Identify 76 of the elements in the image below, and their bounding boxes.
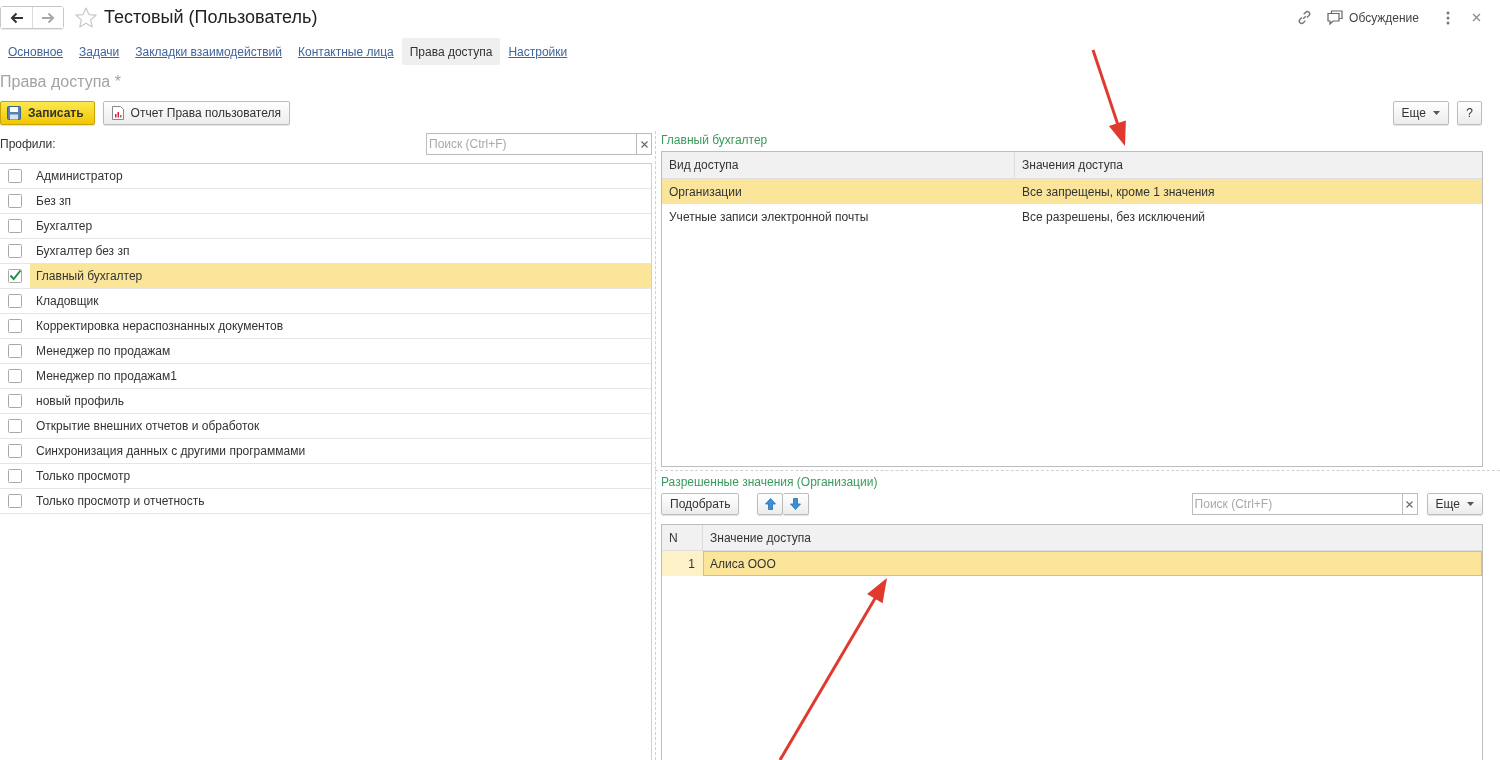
discussion-button[interactable]: Обсуждение xyxy=(1327,10,1419,25)
profile-checkbox[interactable] xyxy=(8,294,22,308)
profile-item[interactable]: Кладовщик xyxy=(30,289,651,313)
help-button[interactable]: ? xyxy=(1457,101,1482,125)
table-cell[interactable]: Учетные записи электронной почты xyxy=(662,204,1015,229)
back-button[interactable] xyxy=(1,7,32,28)
comment-icon xyxy=(1327,10,1344,25)
column-header: N xyxy=(662,525,703,550)
link-icon[interactable] xyxy=(1297,10,1313,25)
profile-checkbox[interactable] xyxy=(8,169,22,183)
tab[interactable]: Контактные лица xyxy=(290,38,402,65)
more-button[interactable]: Еще xyxy=(1392,101,1449,125)
profile-checkbox[interactable] xyxy=(8,419,22,433)
profile-item[interactable]: Бухгалтер xyxy=(30,214,651,238)
forward-arrow-icon xyxy=(41,11,55,24)
profile-checkbox[interactable] xyxy=(8,219,22,233)
column-header: Значения доступа xyxy=(1021,157,1124,174)
caret-icon xyxy=(1433,111,1440,115)
profile-checkbox[interactable] xyxy=(8,269,22,283)
search-field[interactable]: Поиск (Ctrl+F) xyxy=(426,133,636,155)
profile-item[interactable]: Администратор xyxy=(30,164,651,188)
arrow-down-icon xyxy=(790,498,802,510)
back-arrow-icon xyxy=(9,11,24,24)
tab[interactable]: Настройки xyxy=(500,38,576,65)
table-cell[interactable]: Алиса ООО xyxy=(703,551,1482,576)
profile-item[interactable]: Корректировка нераспознанных документов xyxy=(30,314,651,338)
table-cell[interactable]: Все запрещены, кроме 1 значения xyxy=(1015,179,1482,204)
save-button[interactable]: Записать xyxy=(0,101,95,125)
profile-item[interactable]: Синхронизация данных с другими программами xyxy=(30,439,651,463)
more-icon[interactable] xyxy=(1446,10,1450,25)
profile-item[interactable]: новый профиль xyxy=(30,389,651,413)
section-title: Разрешенные значения (Организации) xyxy=(661,474,879,490)
report-button[interactable]: Отчет Права пользователя xyxy=(102,101,290,125)
report-icon xyxy=(111,106,124,120)
clear-search-button[interactable] xyxy=(636,133,652,155)
profile-item[interactable]: Бухгалтер без зп xyxy=(30,239,651,263)
profile-checkbox[interactable] xyxy=(8,394,22,408)
row-number: 1 xyxy=(662,551,703,576)
column-header: Вид доступа xyxy=(662,152,1015,178)
profiles-label: Профили: xyxy=(0,137,56,151)
move-down-button[interactable] xyxy=(783,493,810,515)
close-icon[interactable] xyxy=(1472,13,1481,22)
profile-item[interactable]: Без зп xyxy=(30,189,651,213)
profile-item[interactable]: Менеджер по продажам1 xyxy=(30,364,651,388)
table-cell[interactable]: Все разрешены, без исключений xyxy=(1015,204,1482,229)
table-cell[interactable]: Организации xyxy=(662,179,1015,204)
section-title: Главный бухгалтер xyxy=(661,132,769,148)
profile-item[interactable]: Менеджер по продажам xyxy=(30,339,651,363)
window-title: Тестовый (Пользователь) xyxy=(104,7,318,28)
profile-checkbox[interactable] xyxy=(8,319,22,333)
profile-checkbox[interactable] xyxy=(8,469,22,483)
column-header: Значение доступа xyxy=(709,529,813,547)
clear-icon xyxy=(1406,500,1414,508)
profile-checkbox[interactable] xyxy=(8,444,22,458)
profile-checkbox[interactable] xyxy=(8,494,22,508)
move-up-button[interactable] xyxy=(757,493,784,515)
tab[interactable]: Основное xyxy=(0,38,71,65)
more-button[interactable]: Еще xyxy=(1426,493,1483,515)
profile-item[interactable]: Только просмотр и отчетность xyxy=(30,489,651,513)
profile-checkbox[interactable] xyxy=(8,344,22,358)
profile-checkbox[interactable] xyxy=(8,244,22,258)
pick-button[interactable]: Подобрать xyxy=(661,493,740,515)
search-field[interactable]: Поиск (Ctrl+F) xyxy=(1191,493,1402,515)
arrow-up-icon xyxy=(764,498,776,510)
clear-icon xyxy=(640,140,648,148)
profile-checkbox[interactable] xyxy=(8,194,22,208)
tab[interactable]: Закладки взаимодействий xyxy=(127,38,290,65)
profile-checkbox[interactable] xyxy=(8,369,22,383)
tab[interactable]: Права доступа xyxy=(401,38,501,65)
tab[interactable]: Задачи xyxy=(71,38,128,65)
caret-icon xyxy=(1467,502,1474,506)
profile-item[interactable]: Только просмотр xyxy=(30,464,651,488)
profile-item[interactable]: Открытие внешних отчетов и обработок xyxy=(30,414,651,438)
form-heading: Права доступа * xyxy=(0,72,122,91)
profile-item[interactable]: Главный бухгалтер xyxy=(30,264,651,288)
star-icon[interactable] xyxy=(75,7,97,28)
